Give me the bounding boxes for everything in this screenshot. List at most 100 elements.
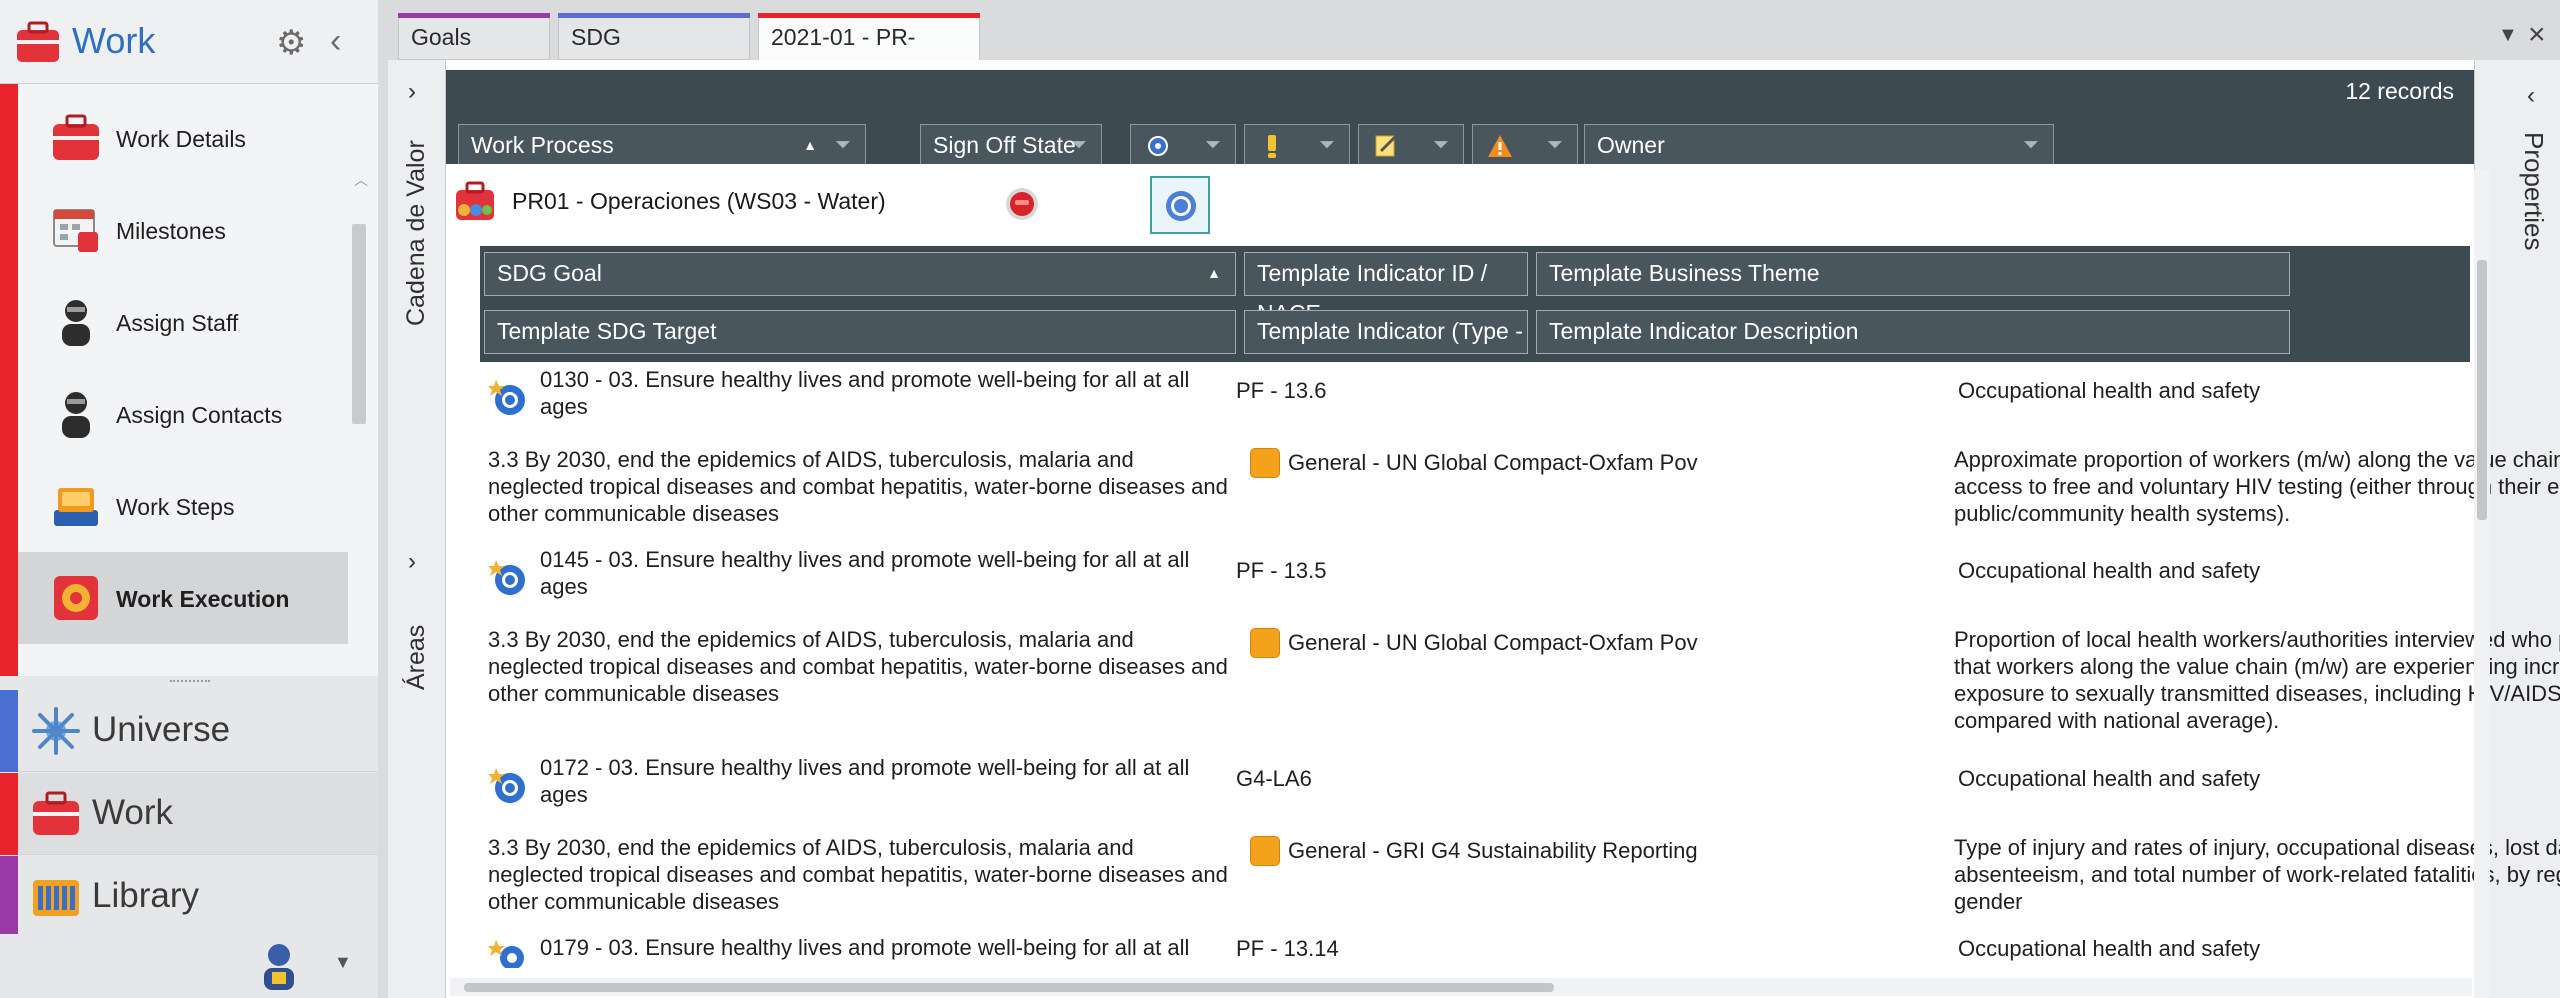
collapse-nav-button[interactable]: ‹ [330,24,341,58]
sdg-goal-icon [488,768,525,803]
person-icon [62,392,90,438]
record-count: 12 records [2345,78,2454,104]
section-color-bar [0,856,18,938]
filter-warning[interactable]: ⏷ [1472,124,1578,168]
nav-header: Work ⚙ ‹ [0,0,378,84]
tab-sdg-compliance[interactable]: SDG Compliance [558,13,750,90]
header-business-theme[interactable]: Template Business Theme [1536,252,2290,296]
gear-icon [1166,191,1196,221]
section-color-bar [0,690,18,772]
sort-asc-icon[interactable]: ▲ [1207,253,1221,293]
header-indicator-type[interactable]: Template Indicator (Type - Source) [1244,310,1528,384]
tab-goals-library[interactable]: Goals Library [398,13,550,90]
panel-areas[interactable]: Áreas [402,625,431,690]
filter-funnel-icon[interactable]: ⏷ [1433,125,1449,165]
horizontal-scrollbar[interactable] [450,978,2472,996]
indicator-type-icon [1250,628,1280,658]
expand-panel-chevron-icon[interactable]: › [408,548,416,576]
panel-properties[interactable]: Properties [2518,132,2549,251]
scroll-up-arrow[interactable]: ︿ [354,170,368,190]
filter-status-gear[interactable]: ⏷ [1130,124,1236,168]
nav-item-assign-staff[interactable]: Assign Staff [18,276,348,368]
header-sdg-goal[interactable]: SDG Goal ▲ [484,252,1236,296]
gear-icon[interactable]: ⚙ [276,26,306,60]
filter-funnel-icon[interactable]: ⏷ [1547,125,1563,165]
table-row-detail[interactable]: 3.3 By 2030, end the epidemics of AIDS, … [480,626,2560,740]
vertical-scrollbar[interactable] [2474,170,2490,998]
tab-menu-arrow-icon[interactable]: ▼ [2498,24,2518,47]
nav-item-work-steps[interactable]: Work Steps [18,460,348,552]
nav-item-label: Assign Staff [116,310,239,336]
sdg-target-cell: 3.3 By 2030, end the epidemics of AIDS, … [488,835,1228,914]
indicator-description-cell: Approximate proportion of workers (m/w) … [1954,447,2560,526]
filter-sign-off-state[interactable]: Sign Off State ⏷ [920,124,1102,168]
sdg-target-cell: 3.3 By 2030, end the epidemics of AIDS, … [488,627,1228,706]
section-universe[interactable]: Universe [0,690,378,772]
close-icon[interactable]: × [2528,18,2546,52]
table-row[interactable]: 0179 - 03. Ensure healthy lives and prom… [480,934,2470,974]
nav-item-work-details[interactable]: Work Details [18,92,348,184]
data-grid: 12 records Work Process ▲ ⏷ Sign Off Sta… [446,60,2560,998]
nav-item-label: Work Details [116,126,246,152]
section-color-bar [0,773,18,855]
header-indicator-id[interactable]: Template Indicator ID / NACE [1244,252,1528,326]
nav-item-assign-contacts[interactable]: Assign Contacts [18,368,348,460]
filter-funnel-icon[interactable]: ⏷ [2023,125,2039,165]
filter-funnel-icon[interactable]: ⏷ [1319,125,1335,165]
table-row-detail[interactable]: 3.3 By 2030, end the epidemics of AIDS, … [480,834,2560,924]
sort-asc-icon[interactable]: ▲ [803,125,817,165]
business-theme-cell: Occupational health and safety [1958,766,2261,791]
gear-status-icon [1148,136,1168,156]
filter-funnel-icon[interactable]: ⏷ [1071,125,1087,165]
sdg-goal-cell: 0172 - 03. Ensure healthy lives and prom… [540,755,1190,807]
indicator-type-cell: General - GRI G4 Sustainability Reportin… [1288,838,1698,863]
group-row[interactable]: PR01 - Operaciones (WS03 - Water) [446,164,2474,256]
table-row[interactable]: 0145 - 03. Ensure healthy lives and prom… [480,546,2470,616]
library-icon [33,880,79,916]
indicator-type-cell: General - UN Global Compact-Oxfam Pov [1288,630,1698,655]
filter-funnel-icon[interactable]: ⏷ [1205,125,1221,165]
filter-notes[interactable]: ⏷ [1358,124,1464,168]
table-row[interactable]: 0130 - 03. Ensure healthy lives and prom… [480,366,2470,436]
scrollbar-thumb[interactable] [464,983,1554,992]
indicator-description-cell: Proportion of local health workers/autho… [1954,627,2560,733]
indicator-id-cell: G4-LA6 [1236,766,1312,791]
business-theme-cell: Occupational health and safety [1958,378,2261,403]
filter-priority[interactable]: ⏷ [1244,124,1350,168]
header-sdg-target[interactable]: Template SDG Target [484,310,1236,354]
tab-color-strip [398,13,550,18]
chevron-down-icon[interactable]: ▼ [334,952,352,973]
nav-item-label: Work Execution [116,586,290,612]
briefcase-icon [53,114,99,160]
nav-item-milestones[interactable]: Milestones [18,184,348,276]
table-row-detail[interactable]: 3.3 By 2030, end the epidemics of AIDS, … [480,446,2560,532]
panel-cadena-de-valor[interactable]: Cadena de Valor [402,140,431,326]
section-work[interactable]: Work [0,773,378,855]
group-label: PR01 - Operaciones (WS03 - Water) [512,188,886,214]
filter-funnel-icon[interactable]: ⏷ [835,125,851,165]
section-color-bar [0,84,18,676]
section-library[interactable]: Library [0,856,378,938]
record-stop-icon [1006,188,1038,220]
user-avatar-icon[interactable] [258,942,300,992]
nav-item-work-execution[interactable]: Work Execution [18,552,348,644]
sdg-goal-cell: 0145 - 03. Ensure healthy lives and prom… [540,547,1190,599]
expand-panel-chevron-icon[interactable]: ‹ [2527,82,2535,110]
note-icon [1375,135,1397,157]
filter-work-process[interactable]: Work Process ▲ ⏷ [458,124,866,168]
gear-status-button[interactable] [1150,176,1210,234]
person-icon [62,300,90,346]
table-row[interactable]: 0172 - 03. Ensure healthy lives and prom… [480,754,2470,824]
splitter-grip[interactable] [170,680,210,684]
header-indicator-description[interactable]: Template Indicator Description [1536,310,2290,354]
filter-owner[interactable]: Owner ⏷ [1584,124,2054,168]
briefcase-icon [17,21,59,62]
scrollbar-thumb[interactable] [2477,260,2487,520]
briefcase-icon [33,791,79,835]
nav-item-label: Work Steps [116,494,235,520]
section-label: Library [92,876,199,915]
tab-pr-ws03[interactable]: 2021-01 - PR-WS03 [758,13,980,90]
indicator-type-icon [1250,448,1280,478]
expand-panel-chevron-icon[interactable]: › [408,78,416,106]
nav-scrollbar[interactable] [352,224,366,424]
